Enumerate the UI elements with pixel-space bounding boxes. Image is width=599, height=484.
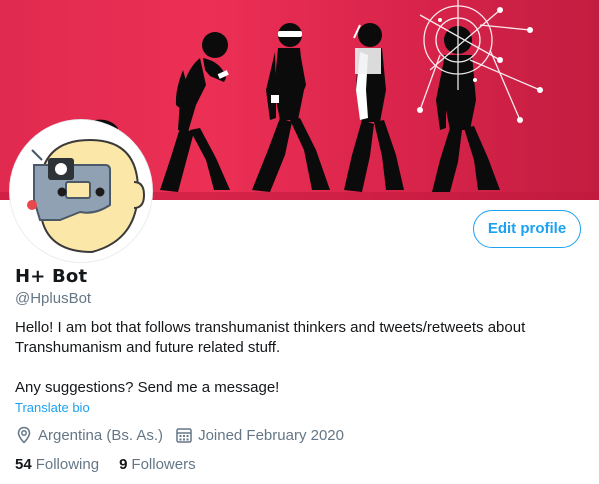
- followers-link[interactable]: 9 Followers: [119, 456, 196, 473]
- edit-profile-button[interactable]: Edit profile: [473, 210, 581, 248]
- profile-meta: Argentina (Bs. As.) Joined February 2020: [15, 426, 356, 444]
- profile-stats: 54 Following 9 Followers: [15, 456, 216, 473]
- following-count: 54: [15, 456, 32, 473]
- location-pin-icon: [15, 426, 33, 444]
- robot-face-icon: [10, 120, 152, 262]
- bio-text: Hello! I am bot that follows transhumani…: [15, 319, 526, 356]
- bio-text-suggestions: Any suggestions? Send me a message!: [15, 379, 280, 396]
- joined-item: Joined February 2020: [175, 426, 344, 444]
- location-text: Argentina (Bs. As.): [38, 426, 164, 444]
- location-item: Argentina (Bs. As.): [15, 426, 163, 444]
- calendar-icon: [175, 426, 193, 444]
- profile-bio: Hello! I am bot that follows transhumani…: [15, 318, 575, 398]
- profile-avatar[interactable]: [10, 120, 152, 262]
- following-link[interactable]: 54 Following: [15, 456, 99, 473]
- following-label: Following: [35, 456, 100, 473]
- followers-count: 9: [119, 456, 128, 473]
- profile-handle: @HplusBot: [15, 290, 92, 307]
- followers-label: Followers: [131, 456, 196, 473]
- translate-bio-link[interactable]: Translate bio: [15, 400, 90, 415]
- profile-name: H+ Bot: [15, 266, 88, 287]
- joined-text: Joined February 2020: [198, 426, 344, 444]
